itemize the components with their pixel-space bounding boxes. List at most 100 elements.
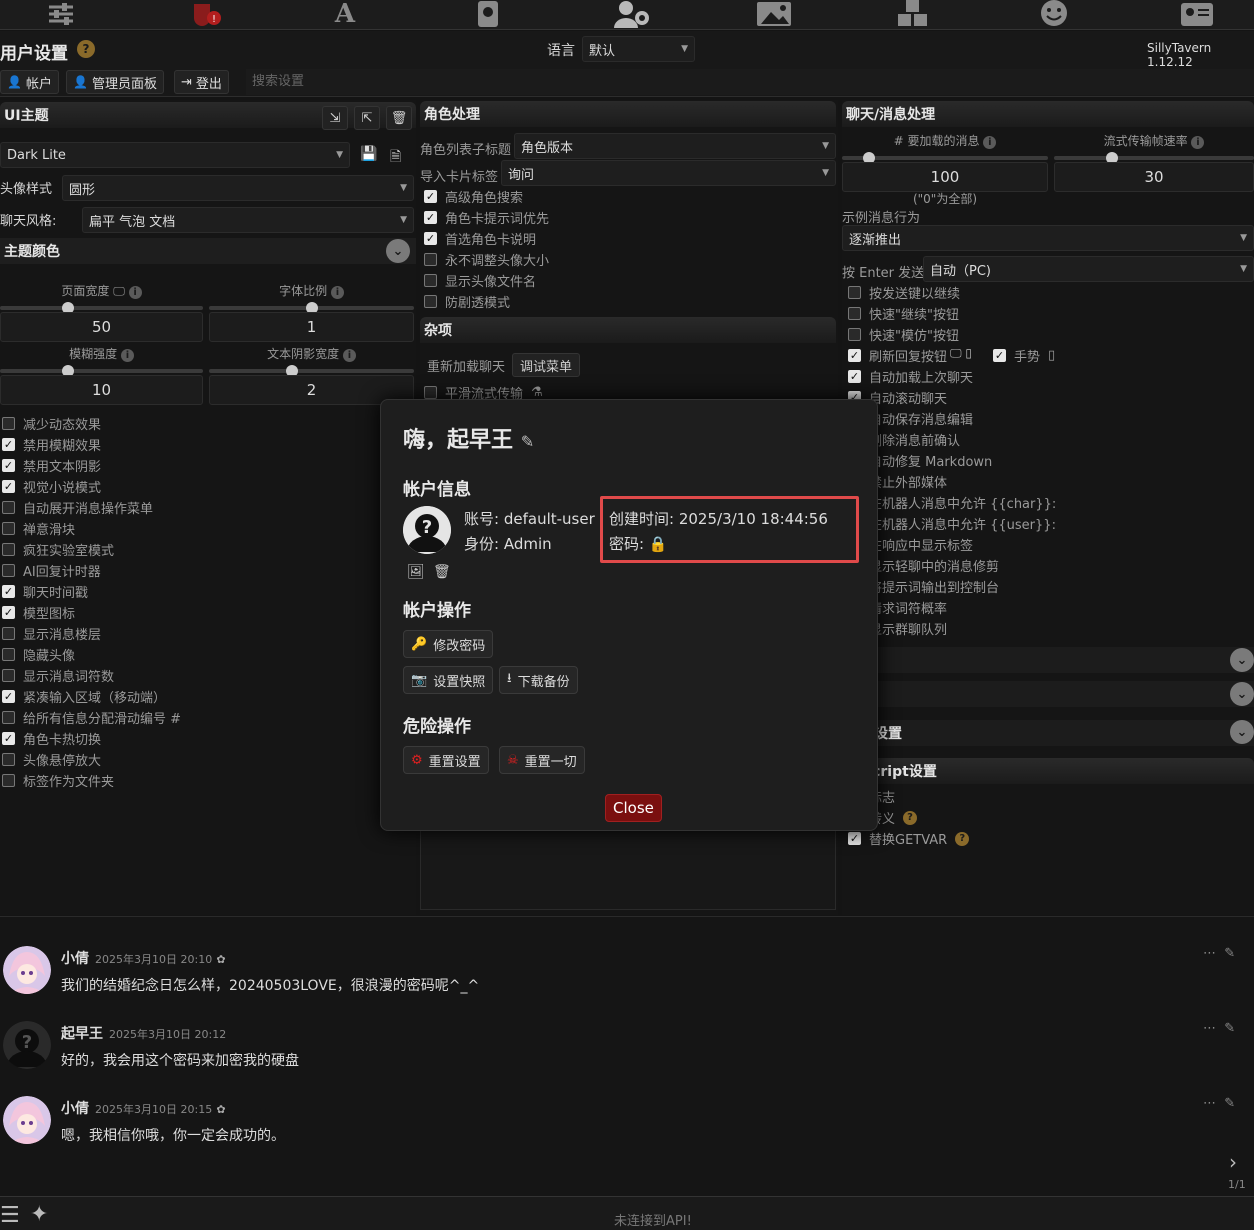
option-checkbox[interactable]: ✓ 模型图标 xyxy=(2,602,402,623)
option-checkbox[interactable]: 自动修复 Markdown xyxy=(848,450,1248,471)
option-checkbox[interactable]: 减少动态效果 xyxy=(2,413,402,434)
option-checkbox[interactable]: 在响应中显示标签 xyxy=(848,534,1248,555)
pencil-icon[interactable]: ✎ xyxy=(1224,946,1235,961)
option-checkbox[interactable]: 自动保存消息编辑 xyxy=(848,408,1248,429)
debug-text-area[interactable] xyxy=(420,830,836,910)
cubes-icon[interactable] xyxy=(896,0,930,28)
replace-getvar-checkbox[interactable]: ✓ 替换GETVAR? xyxy=(848,828,970,849)
tab-account[interactable]: 👤 帐户 xyxy=(0,70,59,94)
font-scale-value[interactable]: 1 xyxy=(209,312,414,342)
option-checkbox[interactable]: 自动展开消息操作菜单 xyxy=(2,497,402,518)
download-backup-button[interactable]: ⭳ 下载备份 xyxy=(499,666,578,694)
id-card-icon[interactable] xyxy=(1180,0,1214,28)
ellipsis-icon[interactable]: ⋯ xyxy=(1203,946,1216,961)
option-checkbox[interactable]: 在机器人消息中允许 {{char}}: xyxy=(848,492,1248,513)
option-checkbox[interactable]: 在机器人消息中允许 {{user}}: xyxy=(848,513,1248,534)
option-checkbox[interactable]: AI回复计时器 xyxy=(2,560,402,581)
reload-chat-button[interactable]: 重新加载聊天 xyxy=(420,353,512,377)
image-icon[interactable] xyxy=(755,0,793,28)
page-width-track[interactable] xyxy=(0,306,203,310)
chevron-down-icon[interactable]: ⌄ xyxy=(1230,648,1254,672)
settings-snapshot-button[interactable]: 📷 设置快照 xyxy=(403,666,494,694)
option-checkbox[interactable]: 显示群聊队列 xyxy=(848,618,1248,639)
swipe-header[interactable]: 滑动 xyxy=(842,647,1254,673)
import-card-tags-select[interactable]: 询问 ▼ xyxy=(501,160,836,186)
user-gear-icon[interactable] xyxy=(612,0,652,28)
help-icon[interactable]: ? xyxy=(77,40,95,58)
continue-header[interactable]: 继续 xyxy=(842,681,1254,707)
option-checkbox[interactable]: ✓ 禁用模糊效果 xyxy=(2,434,402,455)
settings-search-input[interactable]: 搜索设置 xyxy=(246,69,1254,95)
change-password-button[interactable]: 🔑 修改密码 xyxy=(403,630,494,658)
avatar-style-select[interactable]: 圆形 ▼ xyxy=(62,175,414,201)
stream-fps-value[interactable]: 30 xyxy=(1054,162,1254,192)
option-checkbox[interactable]: 禅意滑块 xyxy=(2,518,402,539)
delete-avatar-icon[interactable]: 🗑 xyxy=(433,564,451,580)
option-checkbox[interactable]: 按发送键以继续 xyxy=(848,282,1248,303)
pencil-icon[interactable]: ✎ xyxy=(521,432,534,451)
autocomplete-header[interactable]: 补全设置 xyxy=(842,720,1254,746)
stream-fps-track[interactable] xyxy=(1054,156,1254,160)
options-menu-icon[interactable]: ☰ xyxy=(0,1203,20,1228)
option-checkbox[interactable]: ✓ 角色卡热切换 xyxy=(2,728,402,749)
sliders-icon[interactable] xyxy=(44,0,78,28)
option-checkbox[interactable]: ✓ 自动加载上次聊天 xyxy=(848,366,1248,387)
delete-theme-icon[interactable]: 🗑 xyxy=(386,106,412,130)
option-checkbox[interactable]: 显示头像文件名 xyxy=(424,270,824,291)
option-checkbox[interactable]: 将提示词输出到控制台 xyxy=(848,576,1248,597)
pencil-icon[interactable]: ✎ xyxy=(1224,1096,1235,1111)
option-checkbox[interactable]: 快速"模仿"按钮 xyxy=(848,324,1248,345)
option-checkbox[interactable]: ✓ 首选角色卡说明 xyxy=(424,228,824,249)
option-checkbox[interactable]: 标签作为文件夹 xyxy=(2,770,402,791)
reset-everything-button[interactable]: ☠ 重置一切 xyxy=(499,746,585,774)
change-avatar-icon[interactable]: 🖼 xyxy=(407,564,425,580)
font-icon[interactable]: A xyxy=(328,0,362,29)
help-icon[interactable]: ? xyxy=(903,810,918,825)
debug-menu-button[interactable]: 调试菜单 xyxy=(512,353,581,377)
chevron-down-icon[interactable]: ⌄ xyxy=(1230,682,1254,706)
option-checkbox[interactable]: 永不调整头像大小 xyxy=(424,249,824,270)
msgs-to-load-value[interactable]: 100 xyxy=(842,162,1048,192)
help-icon[interactable]: ? xyxy=(955,831,970,846)
language-select[interactable]: 默认 ▼ xyxy=(582,36,695,62)
blur-strength-value[interactable]: 10 xyxy=(0,375,203,405)
chevron-right-icon[interactable]: › xyxy=(1229,1150,1237,1174)
theme-colors-header[interactable]: 主题颜色 xyxy=(0,238,416,264)
export-theme-icon[interactable]: ⇱ xyxy=(354,106,380,130)
close-button[interactable]: Close xyxy=(605,794,662,822)
option-checkbox[interactable]: ✓ 视觉小说模式 xyxy=(2,476,402,497)
save-theme-icon[interactable]: 💾 xyxy=(360,146,377,162)
logout-button[interactable]: ⇥ 登出 xyxy=(174,70,229,94)
option-checkbox[interactable]: ✓ 自动滚动聊天 xyxy=(848,387,1248,408)
option-checkbox[interactable]: 删除消息前确认 xyxy=(848,429,1248,450)
option-checkbox[interactable]: ✓ 禁用文本阴影 xyxy=(2,455,402,476)
option-checkbox[interactable]: ✓ 角色卡提示词优先 xyxy=(424,207,824,228)
char-list-subtitle-select[interactable]: 角色版本 ▼ xyxy=(514,133,836,159)
option-checkbox[interactable]: 防剧透模式 xyxy=(424,291,824,312)
book-icon[interactable] xyxy=(470,0,504,28)
chat-style-select[interactable]: 扁平 气泡 文档 ▼ xyxy=(82,207,414,233)
option-checkbox[interactable]: 显示消息词符数 xyxy=(2,665,402,686)
option-checkbox[interactable]: 隐藏头像 xyxy=(2,644,402,665)
blur-strength-track[interactable] xyxy=(0,369,203,373)
ellipsis-icon[interactable]: ⋯ xyxy=(1203,1021,1216,1036)
enter-send-select[interactable]: 自动（PC) ▼ xyxy=(923,256,1254,282)
chevron-down-icon[interactable]: ⌄ xyxy=(386,239,410,263)
new-theme-icon[interactable]: 🗎 xyxy=(390,146,401,170)
option-checkbox[interactable]: 头像悬停放大 xyxy=(2,749,402,770)
gestures-checkbox[interactable]: ✓ 手势 ▯ xyxy=(993,345,1055,366)
chevron-down-icon[interactable]: ⌄ xyxy=(1230,720,1254,744)
option-checkbox[interactable]: 禁止外部媒体 xyxy=(848,471,1248,492)
theme-select[interactable]: Dark Lite ▼ xyxy=(0,142,350,168)
option-checkbox[interactable]: 请求词符概率 xyxy=(848,597,1248,618)
tab-admin-panel[interactable]: 👤 管理员面板 xyxy=(66,70,164,94)
plug-error-icon[interactable]: ! xyxy=(188,0,222,28)
option-checkbox[interactable]: 显示轻聊中的消息修剪 xyxy=(848,555,1248,576)
option-checkbox[interactable]: ✓ 紧凑输入区域（移动端） xyxy=(2,686,402,707)
option-checkbox[interactable]: ✓ 高级角色搜索 xyxy=(424,186,824,207)
ellipsis-icon[interactable]: ⋯ xyxy=(1203,1096,1216,1111)
magic-wand-icon[interactable]: ✦ xyxy=(30,1202,48,1227)
option-checkbox[interactable]: ✓ 聊天时间戳 xyxy=(2,581,402,602)
reset-settings-button[interactable]: ⚙ 重置设置 xyxy=(403,746,489,774)
message-avatar[interactable] xyxy=(3,1096,51,1144)
